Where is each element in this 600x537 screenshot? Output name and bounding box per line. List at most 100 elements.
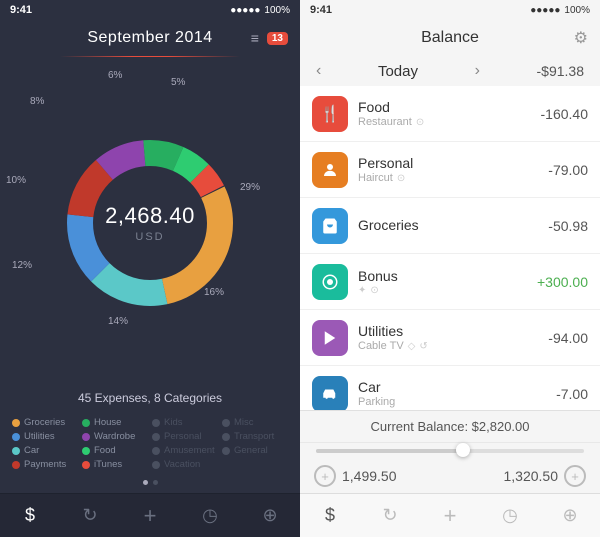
legend-label-misc: Misc <box>234 417 254 428</box>
legend-item-general: General <box>222 445 288 456</box>
legend-item-personal: Personal <box>152 431 218 442</box>
legend-item-transport: Transport <box>222 431 288 442</box>
bonus-tag-icon: ✦ <box>358 285 366 296</box>
balance-left-amount: 1,499.50 <box>342 468 397 484</box>
left-signal: ●●●●● <box>230 5 260 16</box>
legend-dot-empty1 <box>152 461 160 469</box>
donut-currency: USD <box>135 231 164 243</box>
calendar-badge[interactable]: 13 <box>267 32 288 45</box>
status-bar-left: 9:41 ●●●●● 100% <box>0 0 300 20</box>
legend-item-amusement: Amusement <box>152 445 218 456</box>
utilities-amount: -94.00 <box>548 330 588 346</box>
right-tab-history[interactable]: ◷ <box>480 494 540 537</box>
transaction-personal[interactable]: Personal Haircut ⊙ -79.00 <box>300 142 600 198</box>
month-title: September 2014 <box>87 29 212 47</box>
utilities-note-icon: ◇ <box>408 341 416 352</box>
expenses-label: 45 Expenses, 8 Categories <box>0 385 300 411</box>
personal-amount: -79.00 <box>548 162 588 178</box>
today-total: -$91.38 <box>537 63 584 79</box>
slider-thumb[interactable] <box>456 443 470 457</box>
pct-29: 29% <box>240 182 260 193</box>
donut-amount: 2,468.40 <box>105 203 195 229</box>
food-amount: -160.40 <box>541 106 588 122</box>
transaction-car[interactable]: Car Parking -7.00 <box>300 366 600 410</box>
legend-item-kids: Kids <box>152 417 218 428</box>
right-header: Balance ⚙ <box>300 20 600 56</box>
prev-arrow[interactable]: ‹ <box>316 62 321 80</box>
transaction-bonus[interactable]: Bonus ✦ ⊙ +300.00 <box>300 254 600 310</box>
legend-dot-house <box>82 419 90 427</box>
pct-5: 5% <box>171 77 185 88</box>
right-tab-dollar[interactable]: $ <box>300 494 360 537</box>
legend-item-empty1: Vacation <box>152 459 218 470</box>
donut-center: 2,468.40 USD <box>105 203 195 243</box>
left-tab-dollar[interactable]: $ <box>0 494 60 537</box>
food-icon: 🍴 <box>312 96 348 132</box>
balance-right-group: 1,320.50 + <box>504 465 587 487</box>
left-tab-location[interactable]: ⊕ <box>240 494 300 537</box>
balance-right-amount: 1,320.50 <box>504 468 559 484</box>
slider-track[interactable] <box>316 449 584 453</box>
list-icon[interactable]: ≡ <box>251 30 259 46</box>
food-name: Food <box>358 99 531 115</box>
legend-item-wardrobe: Wardrobe <box>82 431 148 442</box>
legend-label-utilities: Utilities <box>24 431 55 442</box>
legend-item-car: Car <box>12 445 78 456</box>
legend-item-groceries: Groceries <box>12 417 78 428</box>
right-tab-add[interactable]: + <box>420 494 480 537</box>
left-time: 9:41 <box>10 4 32 16</box>
legend-label-personal: Personal <box>164 431 202 442</box>
transaction-list: 🍴 Food Restaurant ⊙ -160.40 Personal Ha <box>300 86 600 410</box>
legend-label-house: House <box>94 417 121 428</box>
today-nav: ‹ Today › -$91.38 <box>300 56 600 86</box>
utilities-sub: Cable TV ◇ ↺ <box>358 340 538 352</box>
personal-name: Personal <box>358 155 538 171</box>
right-time: 9:41 <box>310 4 332 16</box>
left-battery: 100% <box>264 5 290 16</box>
right-tab-refresh[interactable]: ↻ <box>360 494 420 537</box>
groceries-name: Groceries <box>358 217 538 233</box>
page-dot-1 <box>143 480 148 485</box>
balance-slider[interactable] <box>300 442 600 459</box>
slider-fill <box>316 449 463 453</box>
legend-item-utilities: Utilities <box>12 431 78 442</box>
balance-title: Balance <box>421 29 479 47</box>
legend-label-car: Car <box>24 445 39 456</box>
legend-dot-food <box>82 447 90 455</box>
transaction-utilities[interactable]: Utilities Cable TV ◇ ↺ -94.00 <box>300 310 600 366</box>
bonus-name: Bonus <box>358 268 527 284</box>
balance-left-group: + 1,499.50 <box>314 465 397 487</box>
car-amount: -7.00 <box>556 386 588 402</box>
right-tab-location[interactable]: ⊕ <box>540 494 600 537</box>
left-tab-refresh[interactable]: ↻ <box>60 494 120 537</box>
left-tab-history[interactable]: ◷ <box>180 494 240 537</box>
groceries-amount: -50.98 <box>548 218 588 234</box>
legend-label-wardrobe: Wardrobe <box>94 431 135 442</box>
next-arrow[interactable]: › <box>475 62 480 80</box>
legend-label-transport: Transport <box>234 431 274 442</box>
status-bar-right: 9:41 ●●●●● 100% <box>300 0 600 20</box>
personal-sub: Haircut ⊙ <box>358 172 538 184</box>
legend-item-itunes: iTunes <box>82 459 148 470</box>
car-name: Car <box>358 379 546 395</box>
legend-dot-personal <box>152 433 160 441</box>
legend-item-house: House <box>82 417 148 428</box>
transaction-groceries[interactable]: Groceries -50.98 <box>300 198 600 254</box>
legend-dot-transport <box>222 433 230 441</box>
personal-location-icon: ⊙ <box>397 173 405 184</box>
utilities-info: Utilities Cable TV ◇ ↺ <box>358 323 538 352</box>
gear-icon[interactable]: ⚙ <box>574 28 588 48</box>
food-location-icon: ⊙ <box>416 117 424 128</box>
legend-item-payments: Payments <box>12 459 78 470</box>
legend-label-itunes: iTunes <box>94 459 122 470</box>
legend-label-kids: Kids <box>164 417 182 428</box>
groceries-info: Groceries <box>358 217 538 234</box>
food-sub: Restaurant ⊙ <box>358 116 531 128</box>
balance-left-btn[interactable]: + <box>314 465 336 487</box>
transaction-food[interactable]: 🍴 Food Restaurant ⊙ -160.40 <box>300 86 600 142</box>
utilities-icon <box>312 320 348 356</box>
food-info: Food Restaurant ⊙ <box>358 99 531 128</box>
balance-right-btn[interactable]: + <box>564 465 586 487</box>
left-tab-add[interactable]: + <box>120 494 180 537</box>
legend-label-food: Food <box>94 445 116 456</box>
